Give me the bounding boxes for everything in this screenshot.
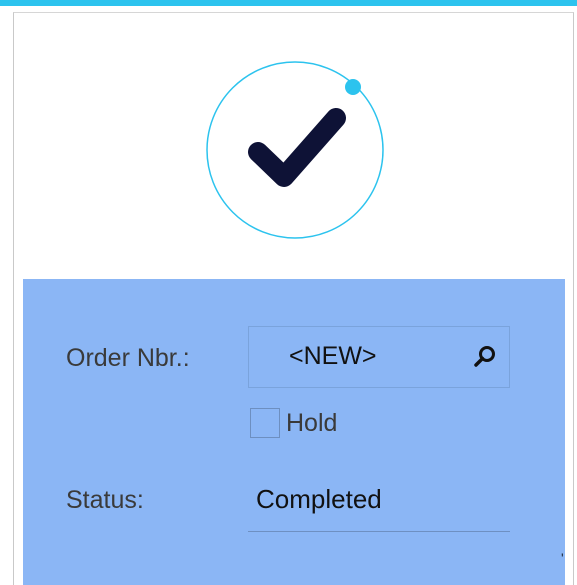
order-form-panel: Order Nbr.: <NEW> Hold Status: Completed… bbox=[23, 279, 565, 585]
hold-checkbox-row[interactable]: Hold bbox=[250, 406, 337, 440]
search-icon[interactable] bbox=[471, 343, 499, 371]
status-field: Completed bbox=[248, 469, 510, 532]
status-label: Status: bbox=[66, 486, 144, 514]
top-accent-bar bbox=[0, 0, 577, 6]
hold-checkbox[interactable] bbox=[250, 408, 280, 438]
scroll-edge-mark: ' bbox=[561, 550, 564, 566]
hold-label: Hold bbox=[286, 408, 338, 437]
order-nbr-label: Order Nbr.: bbox=[66, 344, 190, 372]
order-nbr-field[interactable]: <NEW> bbox=[248, 326, 510, 388]
order-nbr-value[interactable]: <NEW> bbox=[289, 342, 377, 371]
status-value: Completed bbox=[256, 484, 382, 514]
checkmark-circle-icon bbox=[206, 61, 384, 239]
